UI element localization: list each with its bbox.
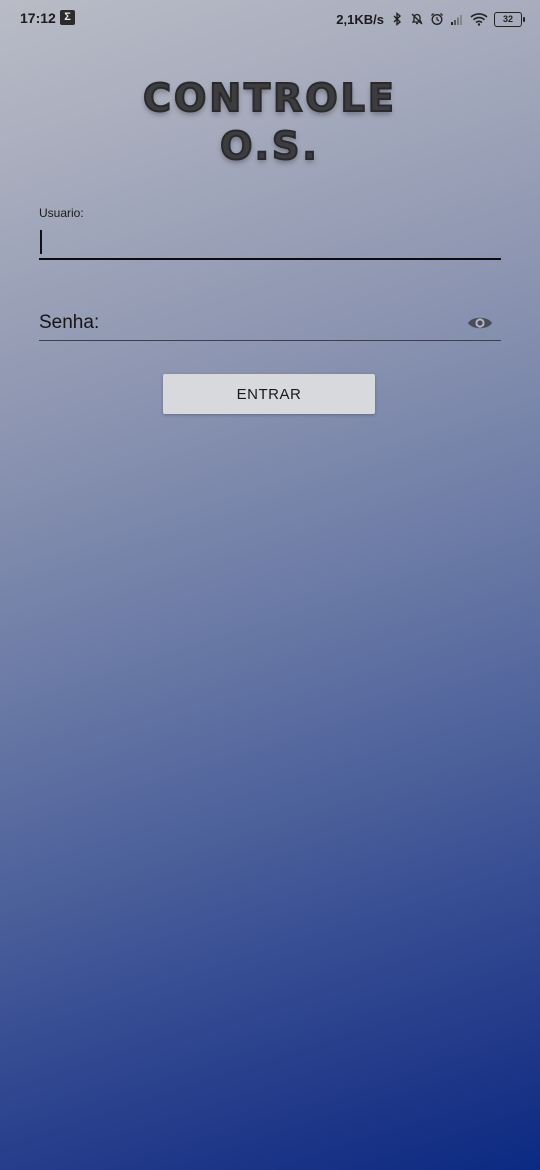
- password-field-container: [39, 308, 501, 341]
- status-icons: 2,1KB/s 32: [336, 10, 525, 28]
- username-field-container: [39, 228, 501, 260]
- login-button[interactable]: ENTRAR: [163, 374, 375, 414]
- app-title-line-1: CONTROLE: [142, 75, 397, 121]
- show-password-eye-icon[interactable]: [467, 314, 493, 332]
- bluetooth-icon: [390, 12, 404, 26]
- sigma-notification-icon: Σ: [60, 10, 75, 25]
- mute-icon: [410, 12, 424, 26]
- app-title: CONTROLE O.S.: [0, 74, 540, 170]
- battery-icon: 32: [494, 11, 525, 27]
- alarm-icon: [430, 12, 444, 26]
- network-speed: 2,1KB/s: [336, 11, 384, 27]
- password-input[interactable]: [39, 308, 459, 338]
- wifi-icon: [470, 12, 488, 26]
- status-time: 17:12: [20, 10, 56, 26]
- username-label: Usuario:: [39, 206, 84, 220]
- username-input[interactable]: [39, 228, 501, 256]
- text-cursor: [40, 230, 42, 254]
- signal-icon: [450, 12, 464, 26]
- status-bar: 17:12 Σ 2,1KB/s 32: [0, 0, 540, 38]
- app-title-line-2: O.S.: [219, 123, 320, 169]
